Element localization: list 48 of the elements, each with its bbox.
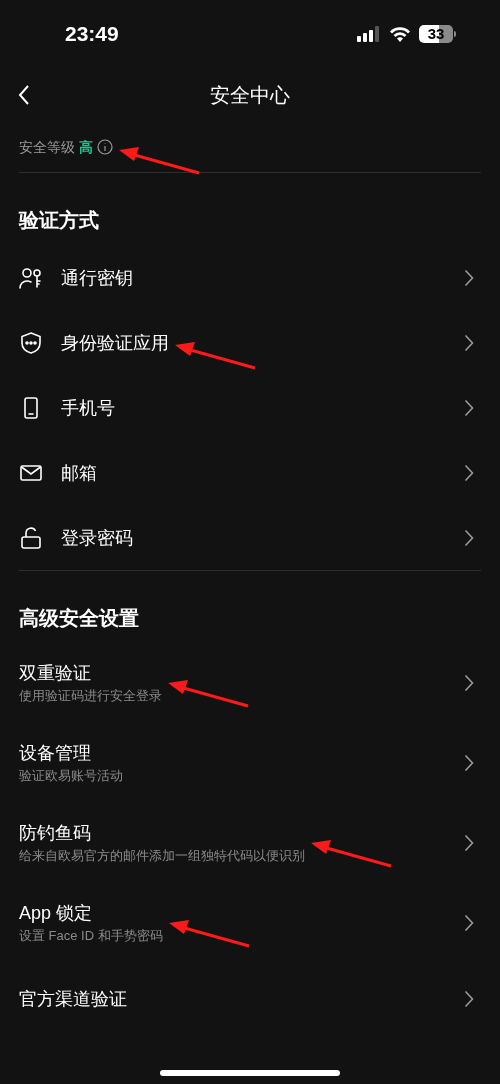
row-description: 给来自欧易官方的邮件添加一组独特代码以便识别 bbox=[19, 847, 305, 865]
settings-row[interactable]: 登录密码 bbox=[0, 505, 500, 570]
back-button[interactable] bbox=[16, 83, 32, 107]
row-label: 防钓鱼码 bbox=[19, 822, 92, 845]
settings-row[interactable]: 通行密钥 bbox=[0, 245, 500, 310]
settings-row[interactable]: 邮箱 bbox=[0, 440, 500, 505]
row-description: 设置 Face ID 和手势密码 bbox=[19, 927, 163, 945]
row-label: 身份验证应用 bbox=[61, 331, 169, 355]
row-description: 使用验证码进行安全登录 bbox=[19, 687, 162, 705]
settings-row[interactable]: 设备管理 验证欧易账号活动 bbox=[0, 723, 500, 803]
settings-row[interactable]: 官方渠道验证 bbox=[0, 963, 500, 1035]
padlock-icon bbox=[19, 525, 43, 550]
shield-icon bbox=[19, 330, 43, 355]
chevron-right-icon bbox=[464, 528, 474, 547]
settings-row[interactable]: App 锁定 设置 Face ID 和手势密码 bbox=[0, 883, 500, 963]
row-label: 设备管理 bbox=[19, 742, 92, 765]
section-heading: 高级安全设置 bbox=[19, 606, 139, 631]
signal-icon bbox=[357, 26, 381, 42]
row-label: 双重验证 bbox=[19, 662, 92, 685]
settings-row[interactable]: 手机号 bbox=[0, 375, 500, 440]
chevron-right-icon bbox=[464, 268, 474, 287]
status-time: 23:49 bbox=[65, 21, 119, 48]
chevron-right-icon bbox=[464, 463, 474, 482]
security-level-value: 高 bbox=[79, 137, 93, 157]
security-level-label: 安全等级 bbox=[19, 137, 75, 157]
wifi-icon bbox=[389, 26, 411, 42]
info-icon[interactable] bbox=[97, 139, 113, 155]
settings-row[interactable]: 双重验证 使用验证码进行安全登录 bbox=[0, 643, 500, 723]
chevron-right-icon bbox=[464, 674, 474, 692]
settings-row[interactable]: 身份验证应用 bbox=[0, 310, 500, 375]
chevron-right-icon bbox=[464, 834, 474, 852]
battery-level: 33 bbox=[419, 25, 453, 43]
chevron-right-icon bbox=[464, 398, 474, 417]
settings-row[interactable]: 防钓鱼码 给来自欧易官方的邮件添加一组独特代码以便识别 bbox=[0, 803, 500, 883]
row-description: 验证欧易账号活动 bbox=[19, 767, 123, 785]
chevron-right-icon bbox=[464, 990, 474, 1008]
chevron-right-icon bbox=[464, 333, 474, 352]
row-label: App 锁定 bbox=[19, 902, 94, 925]
row-label: 通行密钥 bbox=[61, 266, 133, 290]
row-label: 手机号 bbox=[61, 396, 115, 420]
row-label: 邮箱 bbox=[61, 461, 97, 485]
page-title: 安全中心 bbox=[210, 83, 290, 108]
chevron-right-icon bbox=[464, 754, 474, 772]
section-heading: 验证方式 bbox=[19, 208, 99, 233]
person-key-icon bbox=[19, 265, 43, 290]
row-label: 官方渠道验证 bbox=[19, 988, 127, 1011]
chevron-right-icon bbox=[464, 914, 474, 932]
row-label: 登录密码 bbox=[61, 526, 133, 550]
